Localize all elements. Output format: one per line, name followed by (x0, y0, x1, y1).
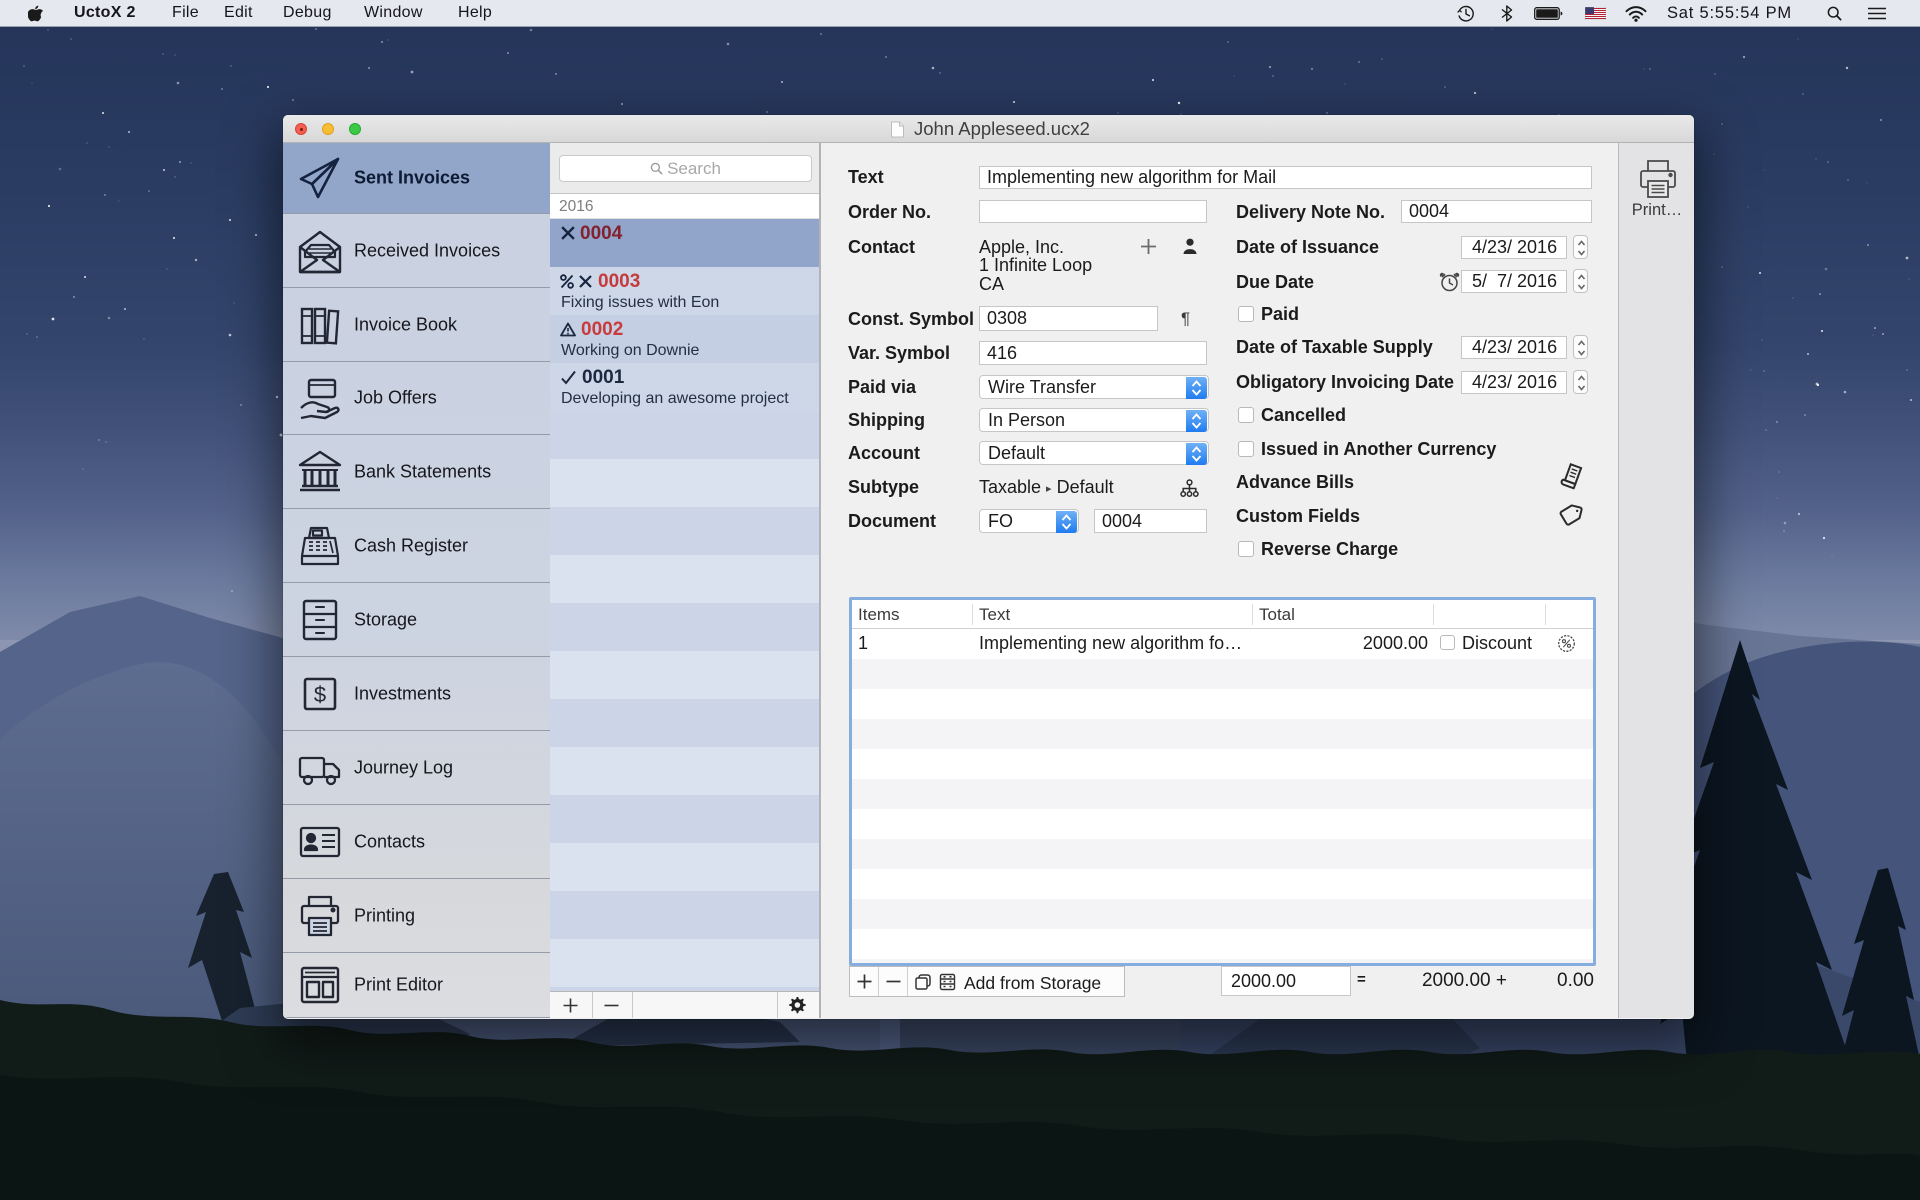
svg-text:$: $ (314, 682, 326, 707)
